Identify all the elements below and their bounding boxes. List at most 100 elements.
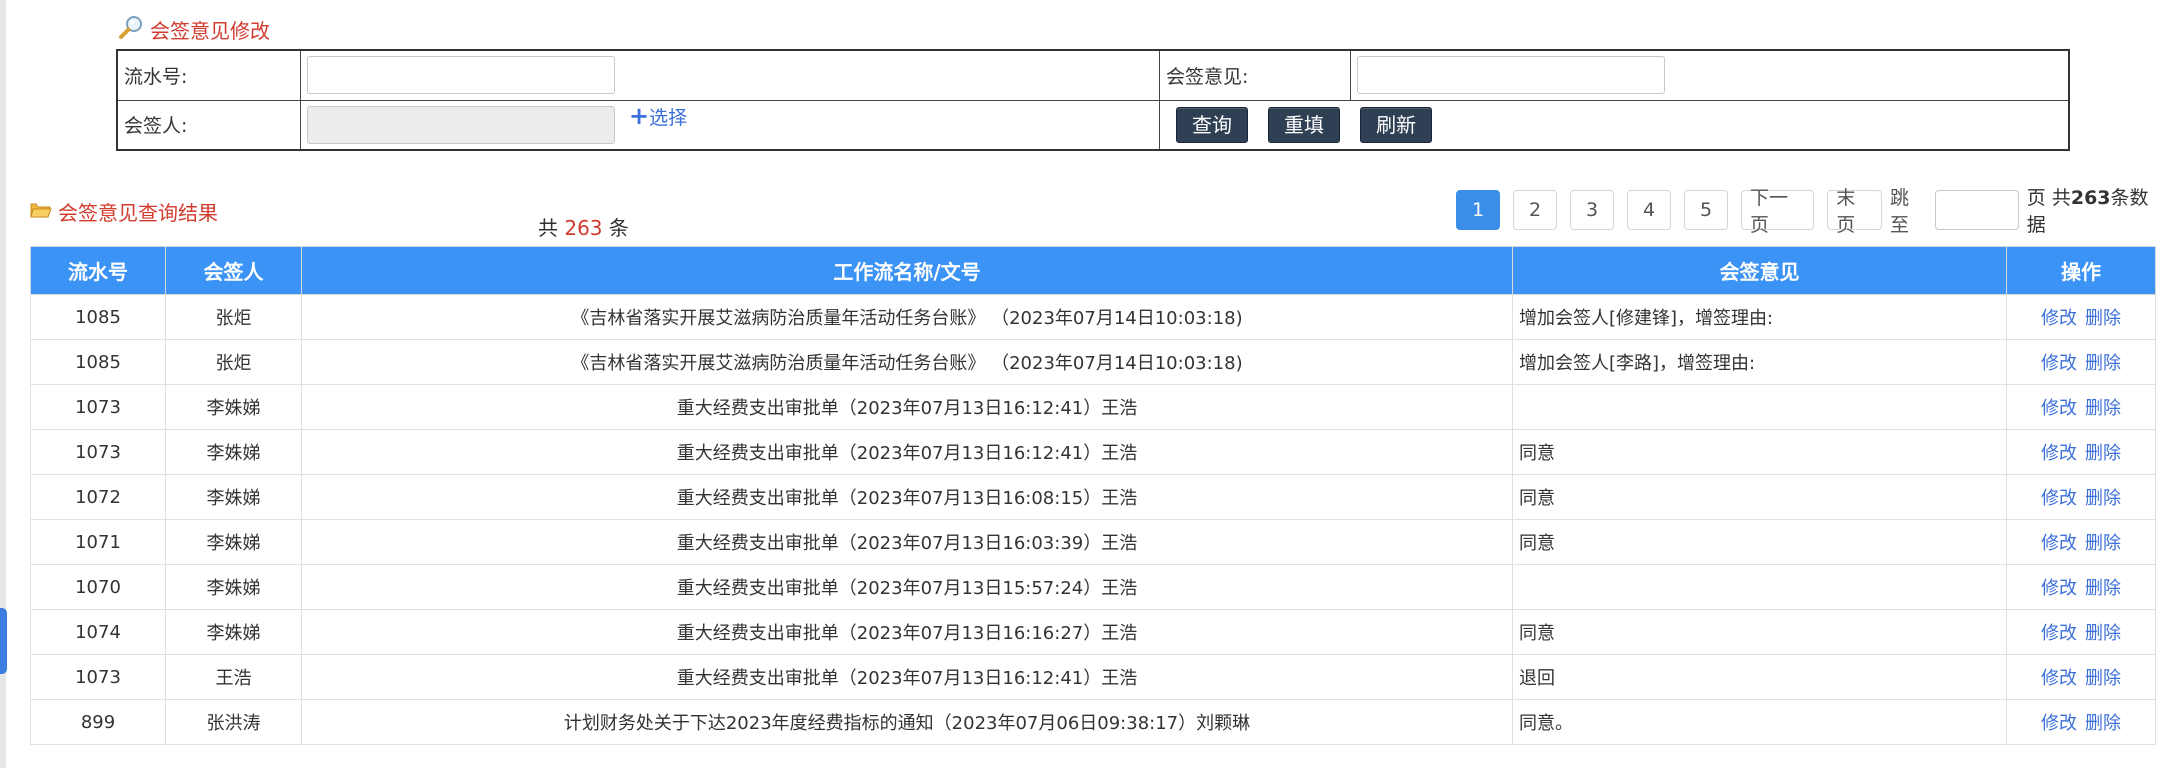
cell-workflow: 重大经费支出审批单（2023年07月13日16:12:41）王浩: [301, 384, 1513, 430]
table-row: 1073 王浩 重大经费支出审批单（2023年07月13日16:12:41）王浩 退回…: [30, 654, 2156, 700]
choose-label: 选择: [649, 106, 688, 129]
cell-workflow: 重大经费支出审批单（2023年07月13日16:12:41）王浩: [301, 429, 1513, 475]
side-drawer-tab[interactable]: [0, 608, 7, 674]
header-workflow: 工作流名称/文号: [301, 246, 1513, 295]
refresh-button[interactable]: 刷新: [1360, 106, 1433, 143]
opinion-label: 会签意见:: [1159, 49, 1351, 101]
next-page-button[interactable]: 下一页: [1741, 187, 1815, 236]
page-3[interactable]: 3: [1570, 190, 1614, 230]
cell-workflow: 重大经费支出审批单（2023年07月13日16:03:39）王浩: [301, 519, 1513, 565]
cell-workflow: 重大经费支出审批单（2023年07月13日15:57:24）王浩: [301, 564, 1513, 610]
cell-signer: 张洪涛: [165, 699, 302, 745]
cell-opinion: 同意: [1512, 429, 2007, 475]
cell-serial: 1085: [30, 294, 166, 340]
table-row: 1071 李姝娣 重大经费支出审批单（2023年07月13日16:03:39）王浩同…: [30, 519, 2156, 565]
table-row: 1074 李姝娣 重大经费支出审批单（2023年07月13日16:16:27）王浩同…: [30, 609, 2156, 655]
opinion-input[interactable]: [1357, 56, 1665, 95]
delete-link[interactable]: 删除: [2085, 398, 2121, 419]
page-total-count: 263: [2070, 187, 2111, 209]
serial-input[interactable]: [307, 56, 615, 95]
edit-link[interactable]: 修改: [2041, 488, 2077, 509]
cell-signer: 李姝娣: [165, 564, 302, 610]
edit-link[interactable]: 修改: [2041, 398, 2077, 419]
cell-actions: 修改 删除: [2006, 384, 2156, 430]
delete-link[interactable]: 删除: [2085, 443, 2121, 464]
cell-signer: 李姝娣: [165, 519, 302, 565]
table-row: 1085 张炬 《吉林省落实开展艾滋病防治质量年活动任务台账》 （2023年07月1…: [30, 294, 2156, 340]
plus-icon: +: [629, 101, 650, 130]
page-4[interactable]: 4: [1627, 190, 1671, 230]
cell-signer: 李姝娣: [165, 609, 302, 655]
last-page-button[interactable]: 末页: [1827, 187, 1882, 236]
edit-link[interactable]: 修改: [2041, 578, 2077, 599]
cell-signer: 张炬: [165, 294, 302, 340]
delete-link[interactable]: 删除: [2085, 308, 2121, 329]
cell-actions: 修改 删除: [2006, 519, 2156, 565]
edit-section-title: 会签意见修改: [118, 14, 270, 45]
delete-link[interactable]: 删除: [2085, 533, 2121, 554]
table-header-row: 流水号 会签人 工作流名称/文号 会签意见 操作: [30, 246, 2156, 295]
delete-link[interactable]: 删除: [2085, 623, 2121, 644]
cell-serial: 1073: [30, 429, 166, 475]
delete-link[interactable]: 删除: [2085, 668, 2121, 689]
edit-link[interactable]: 修改: [2041, 443, 2077, 464]
delete-link[interactable]: 删除: [2085, 488, 2121, 509]
folder-icon: [30, 200, 52, 224]
delete-link[interactable]: 删除: [2085, 353, 2121, 374]
cell-actions: 修改 删除: [2006, 699, 2156, 745]
cell-opinion: 同意: [1512, 519, 2007, 565]
edit-link[interactable]: 修改: [2041, 353, 2077, 374]
cell-serial: 1071: [30, 519, 166, 565]
signer-input[interactable]: [307, 105, 615, 144]
cell-workflow: 重大经费支出审批单（2023年07月13日16:12:41）王浩: [301, 654, 1513, 700]
delete-link[interactable]: 删除: [2085, 713, 2121, 734]
edit-link[interactable]: 修改: [2041, 713, 2077, 734]
table-row: 1072 李姝娣 重大经费支出审批单（2023年07月13日16:08:15）王浩同…: [30, 474, 2156, 520]
result-section-title-text: 会签意见查询结果: [58, 201, 218, 225]
page-1[interactable]: 1: [1456, 190, 1500, 230]
page-unit: 页: [2026, 187, 2046, 209]
cell-opinion: 同意: [1512, 609, 2007, 655]
header-actions: 操作: [2006, 246, 2156, 295]
header-opinion: 会签意见: [1512, 246, 2007, 295]
search-form: 流水号: 会签意见: 会签人: +选择 查询 重填 刷新: [116, 49, 2070, 151]
total-count: 共 263 条: [538, 212, 629, 241]
cell-serial: 1073: [30, 384, 166, 430]
cell-signer: 李姝娣: [165, 474, 302, 520]
cell-serial: 899: [30, 699, 166, 745]
reset-button[interactable]: 重填: [1268, 106, 1341, 143]
cell-actions: 修改 删除: [2006, 609, 2156, 655]
edit-link[interactable]: 修改: [2041, 533, 2077, 554]
choose-signer-link[interactable]: +选择: [629, 102, 688, 130]
page-2[interactable]: 2: [1513, 190, 1557, 230]
page-5[interactable]: 5: [1684, 190, 1728, 230]
cell-actions: 修改 删除: [2006, 654, 2156, 700]
result-section-title: 会签意见查询结果: [30, 197, 218, 226]
table-row: 1085 张炬 《吉林省落实开展艾滋病防治质量年活动任务台账》 （2023年07月1…: [30, 339, 2156, 385]
pagination: 1 2 3 4 5 下一页 末页 跳至 页 共263条数据: [1456, 183, 2163, 237]
cell-opinion: [1512, 384, 2007, 430]
delete-link[interactable]: 删除: [2085, 578, 2121, 599]
table-row: 1073 李姝娣 重大经费支出审批单（2023年07月13日16:12:41）王浩同…: [30, 429, 2156, 475]
edit-link[interactable]: 修改: [2041, 308, 2077, 329]
edit-link[interactable]: 修改: [2041, 668, 2077, 689]
cell-opinion: 同意: [1512, 474, 2007, 520]
cell-actions: 修改 删除: [2006, 564, 2156, 610]
query-button[interactable]: 查询: [1176, 106, 1248, 143]
table-row: 1073 李姝娣 重大经费支出审批单（2023年07月13日16:12:41）王浩 修…: [30, 384, 2156, 430]
cell-actions: 修改 删除: [2006, 474, 2156, 520]
cell-signer: 李姝娣: [165, 429, 302, 475]
cell-opinion: 退回: [1512, 654, 2007, 700]
serial-label: 流水号:: [116, 49, 301, 101]
cell-workflow: 计划财务处关于下达2023年度经费指标的通知（2023年07月06日09:38:…: [301, 699, 1513, 745]
edit-link[interactable]: 修改: [2041, 623, 2077, 644]
jump-page-input[interactable]: [1934, 190, 2019, 230]
cell-opinion: [1512, 564, 2007, 610]
table-row: 899 张洪涛 计划财务处关于下达2023年度经费指标的通知（2023年07月06日…: [30, 699, 2156, 745]
cell-opinion: 增加会签人[李路]，增签理由:: [1512, 339, 2007, 385]
cell-workflow: 《吉林省落实开展艾滋病防治质量年活动任务台账》 （2023年07月14日10:0…: [301, 294, 1513, 340]
table-row: 1070 李姝娣 重大经费支出审批单（2023年07月13日15:57:24）王浩 修…: [30, 564, 2156, 610]
cell-serial: 1074: [30, 609, 166, 655]
cell-serial: 1072: [30, 474, 166, 520]
result-table: 流水号 会签人 工作流名称/文号 会签意见 操作 1085 张炬 《吉林省落实开展艾…: [30, 246, 2156, 745]
